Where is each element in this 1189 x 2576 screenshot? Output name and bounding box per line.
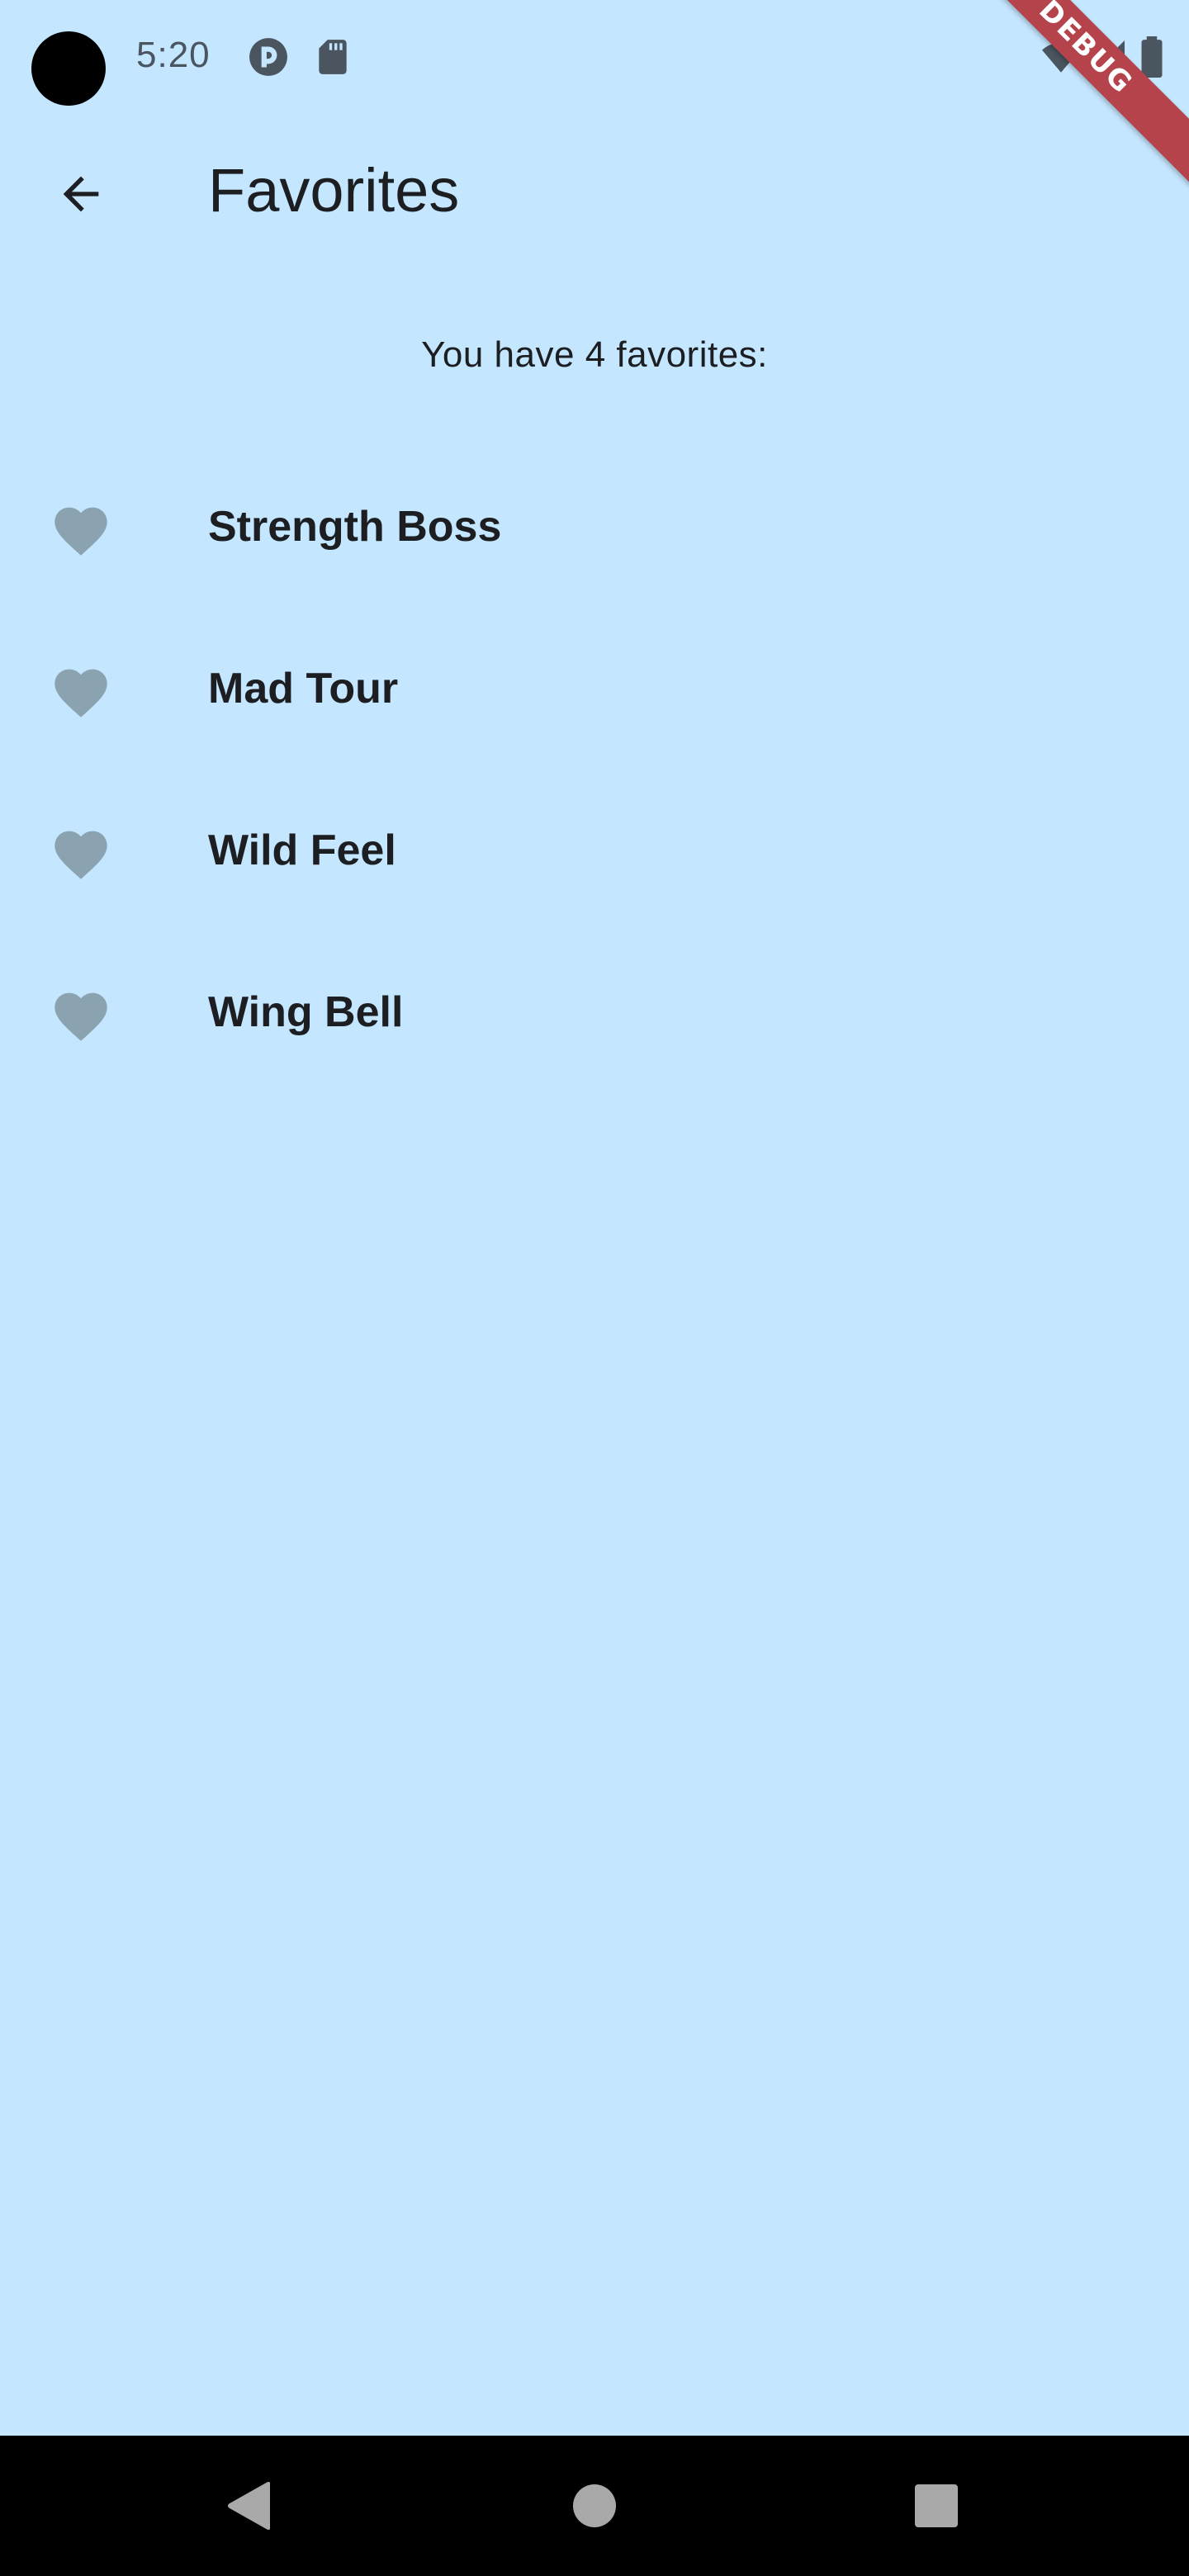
- heart-icon: [50, 822, 112, 882]
- system-nav-bar: [0, 2436, 1189, 2576]
- favorite-label: Strength Boss: [208, 503, 502, 551]
- heart-icon: [50, 984, 112, 1044]
- back-triangle-icon: [228, 2482, 270, 2530]
- home-circle-icon: [573, 2484, 616, 2527]
- nav-home-button[interactable]: [512, 2436, 677, 2576]
- nav-recents-button[interactable]: [854, 2436, 1019, 2576]
- favorite-label: Wild Feel: [208, 826, 396, 874]
- list-item[interactable]: Wild Feel: [0, 769, 1189, 931]
- back-button[interactable]: [40, 153, 122, 235]
- pocket-casts-icon: [248, 36, 289, 78]
- page-title: Favorites: [208, 156, 460, 225]
- list-item[interactable]: Mad Tour: [0, 608, 1189, 769]
- status-time: 5:20: [136, 35, 211, 75]
- status-bar: 5:20 DEBUG: [0, 0, 1189, 186]
- favorites-count-text: You have 4 favorites:: [421, 334, 768, 375]
- favorites-list: Strength Boss Mad Tour Wild Feel Wing Be…: [0, 446, 1189, 1093]
- sd-card-icon: [312, 36, 353, 78]
- recents-square-icon: [915, 2484, 958, 2527]
- favorite-label: Mad Tour: [208, 665, 399, 713]
- arrow-back-icon: [63, 176, 99, 212]
- favorite-label: Wing Bell: [208, 988, 404, 1036]
- heart-icon: [50, 661, 112, 720]
- app-bar: Favorites: [0, 116, 1189, 272]
- list-item[interactable]: Wing Bell: [0, 931, 1189, 1093]
- nav-back-button[interactable]: [165, 2436, 330, 2576]
- camera-cutout: [31, 31, 106, 106]
- heart-icon: [50, 499, 112, 558]
- list-item[interactable]: Strength Boss: [0, 446, 1189, 608]
